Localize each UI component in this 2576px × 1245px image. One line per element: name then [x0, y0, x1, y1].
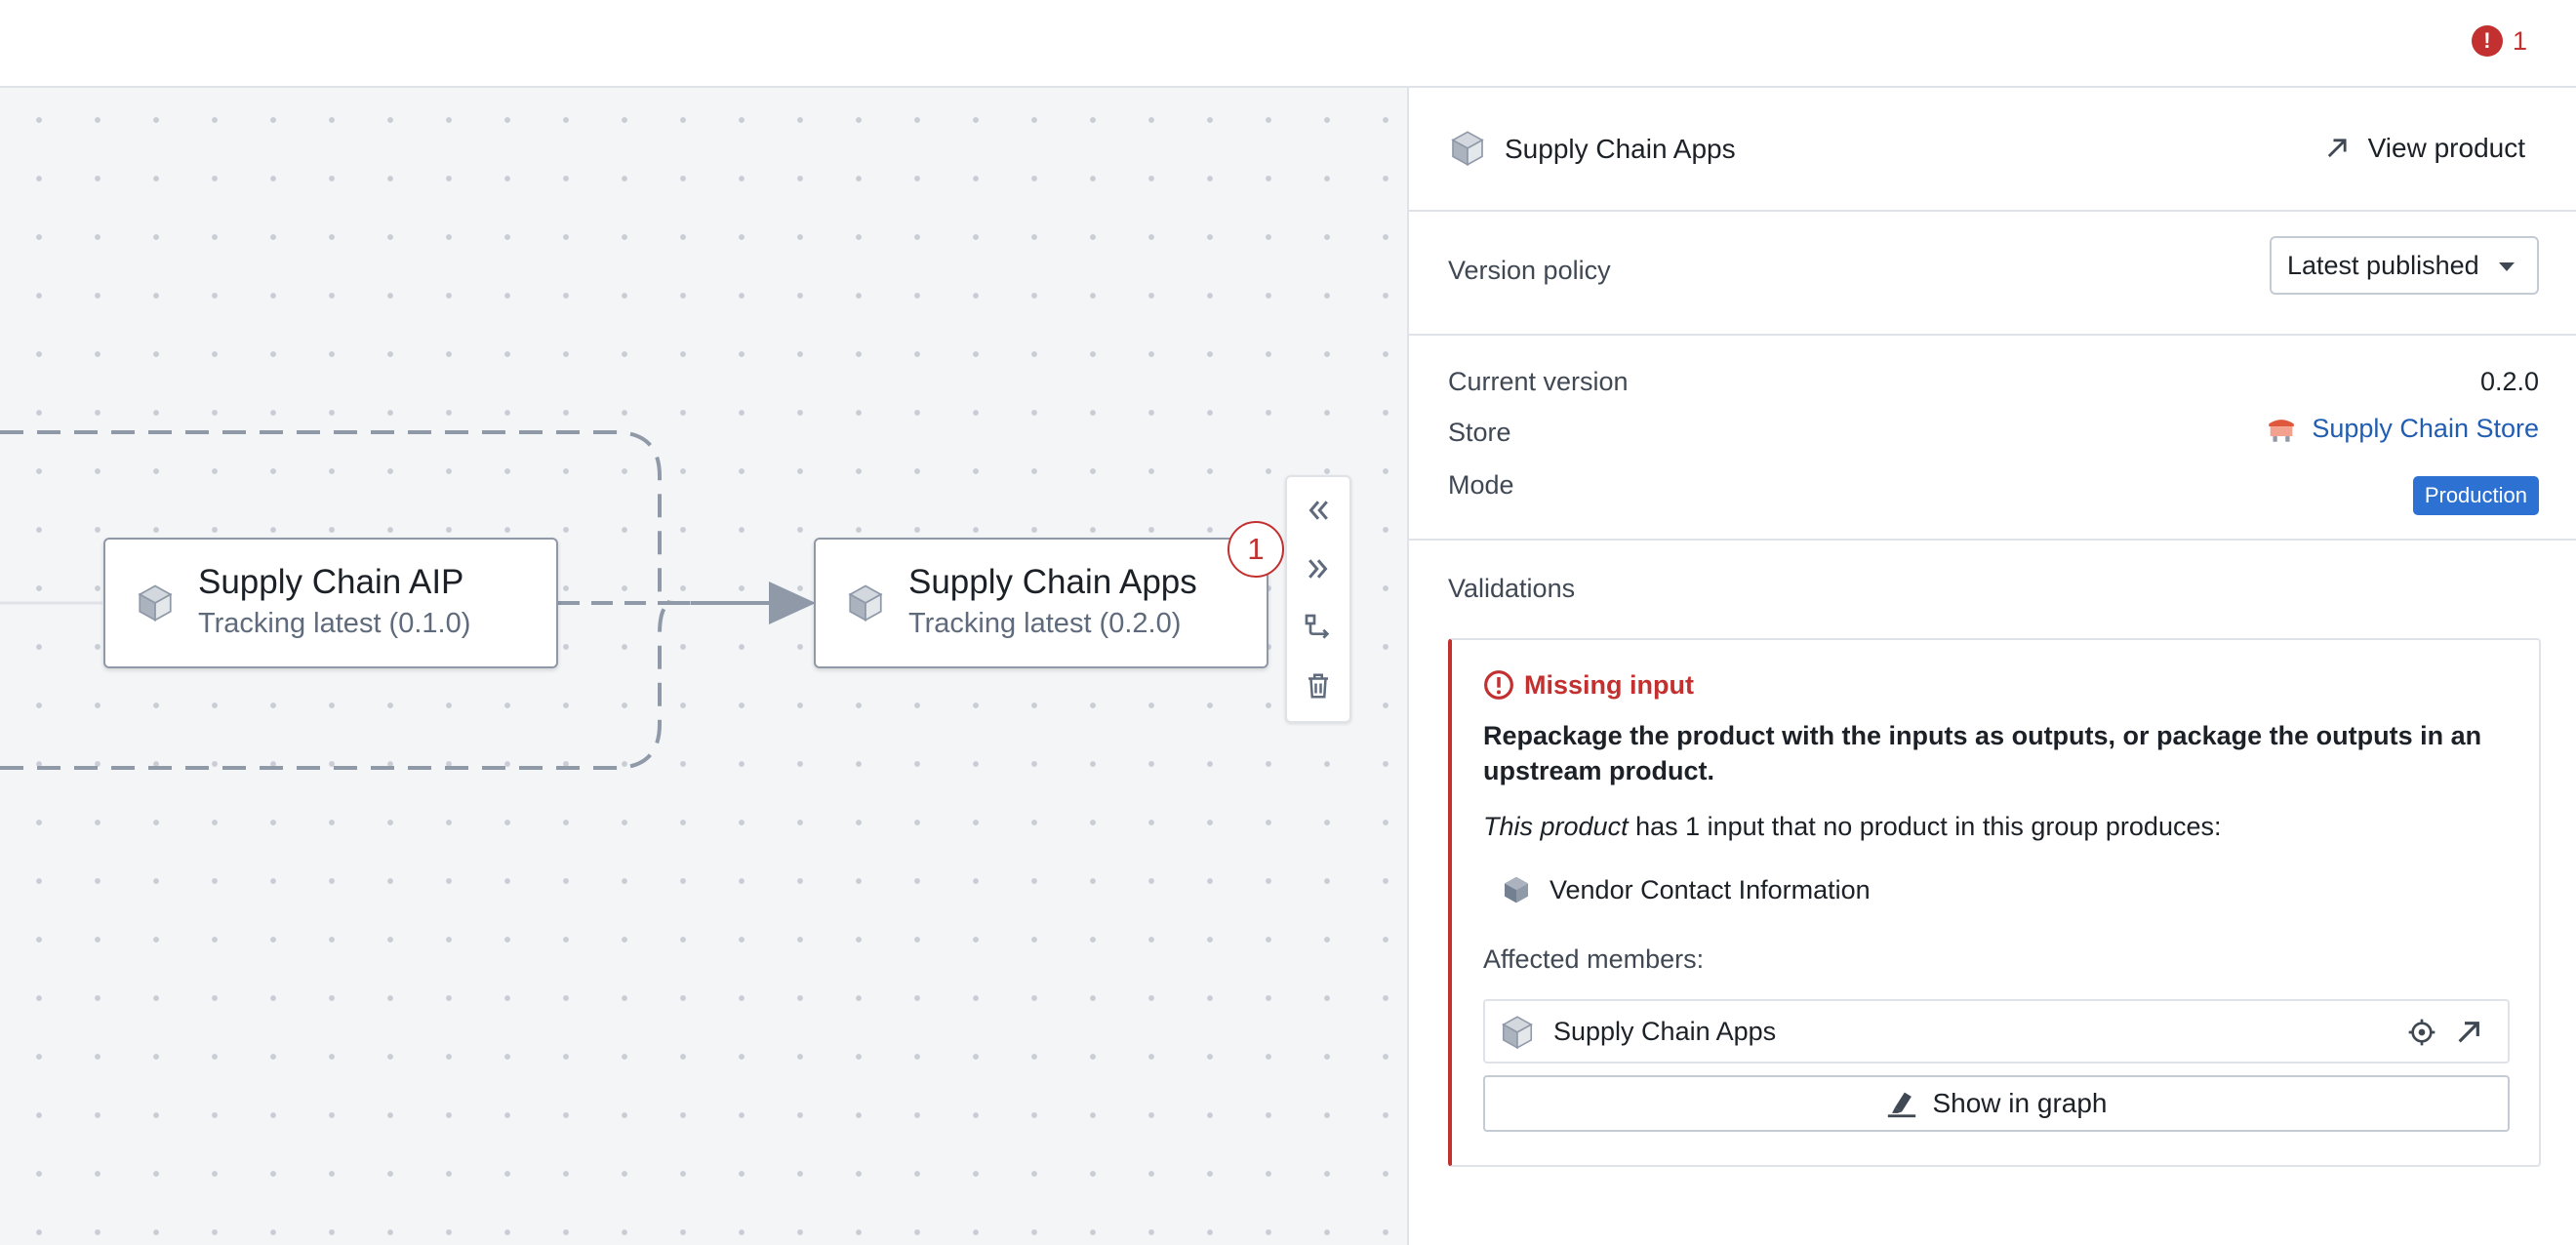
view-product-button[interactable]: View product: [2323, 127, 2525, 170]
delete-button[interactable]: [1287, 657, 1349, 715]
validation-title: Missing input: [1483, 669, 1694, 701]
store-value: Supply Chain Store: [2312, 414, 2539, 443]
edge-arrowhead: [769, 582, 816, 624]
validation-card: Missing input Repackage the product with…: [1448, 638, 2541, 1167]
mode-label: Mode: [1448, 470, 1514, 500]
package-cube-icon: [848, 584, 883, 622]
package-cube-icon: [1451, 131, 1484, 167]
route-icon: [1305, 614, 1330, 639]
view-product-label: View product: [2367, 133, 2525, 163]
store-label: Store: [1448, 418, 1511, 447]
missing-input-name: Vendor Contact Information: [1550, 874, 1871, 904]
graph-node-supply-chain-apps[interactable]: Supply Chain Apps Tracking latest (0.2.0…: [814, 538, 1268, 668]
caret-down-icon: [2499, 262, 2515, 271]
graph-canvas[interactable]: Supply Chain AIP Tracking latest (0.1.0)…: [0, 88, 1407, 1245]
version-policy-select[interactable]: Latest published: [2270, 236, 2539, 295]
store-link[interactable]: Supply Chain Store: [2265, 414, 2539, 444]
collapse-upstream-button[interactable]: [1287, 481, 1349, 540]
arrow-top-right-icon: [2327, 139, 2347, 158]
node-title: Supply Chain Apps: [908, 563, 1197, 601]
current-version-label: Current version: [1448, 367, 1629, 396]
expand-downstream-button[interactable]: [1287, 540, 1349, 598]
node-title: Supply Chain AIP: [198, 563, 464, 601]
double-chevron-right-icon: [1308, 559, 1328, 579]
store-icon: [2269, 419, 2295, 442]
error-circle-icon: !: [2471, 25, 2503, 57]
mode-tag: Production: [2412, 476, 2539, 515]
trash-icon: [1308, 673, 1328, 699]
version-policy-label: Version policy: [1448, 256, 1611, 285]
error-icon: [1484, 670, 1513, 700]
validations-label: Validations: [1448, 574, 1576, 603]
affected-member-name: Supply Chain Apps: [1553, 1017, 1777, 1046]
validation-message: Repackage the product with the inputs as…: [1483, 721, 2482, 785]
package-cube-icon: [1502, 1016, 1533, 1050]
node-toolbar: [1285, 475, 1351, 723]
node-error-badge[interactable]: 1: [1228, 521, 1284, 578]
error-indicator[interactable]: ! 1: [2471, 21, 2527, 60]
panel-header: Supply Chain Apps View product: [1409, 88, 2576, 212]
validation-title-text: Missing input: [1524, 669, 1694, 700]
package-cube-icon: [138, 584, 173, 622]
validation-detail-subject: This product: [1483, 812, 1629, 841]
missing-input-item: Vendor Contact Information: [1501, 874, 1871, 905]
validation-detail: This product has 1 input that no product…: [1483, 812, 2221, 842]
show-in-graph-button[interactable]: Show in graph: [1483, 1075, 2510, 1132]
panel-product-name: Supply Chain Apps: [1505, 134, 1736, 164]
node-subtitle: Tracking latest (0.1.0): [198, 608, 471, 639]
object-cube-icon: [1505, 876, 1528, 904]
validation-detail-text: has 1 input that no product in this grou…: [1628, 812, 2222, 841]
version-policy-value: Latest published: [2287, 250, 2479, 280]
arrow-top-right-icon[interactable]: [2453, 1017, 2484, 1048]
graph-node-supply-chain-aip[interactable]: Supply Chain AIP Tracking latest (0.1.0): [103, 538, 558, 668]
locate-icon[interactable]: [2406, 1017, 2437, 1048]
version-policy-section: Version policy Latest published: [1409, 212, 2576, 336]
product-info-section: Current version 0.2.0 Store Supply Chain…: [1409, 336, 2576, 541]
node-subtitle: Tracking latest (0.2.0): [908, 608, 1182, 639]
show-in-graph-label: Show in graph: [1932, 1088, 2108, 1118]
double-chevron-left-icon: [1308, 501, 1328, 520]
error-count: 1: [2512, 25, 2527, 56]
affected-members-label: Affected members:: [1483, 944, 1705, 974]
details-panel: Supply Chain Apps View product Version p…: [1407, 88, 2576, 1245]
current-version-value: 0.2.0: [2479, 367, 2539, 396]
top-bar: ! 1: [0, 0, 2576, 88]
highlight-icon: [1888, 1092, 1916, 1118]
affected-member-row[interactable]: Supply Chain Apps: [1483, 999, 2510, 1064]
route-button[interactable]: [1287, 598, 1349, 657]
